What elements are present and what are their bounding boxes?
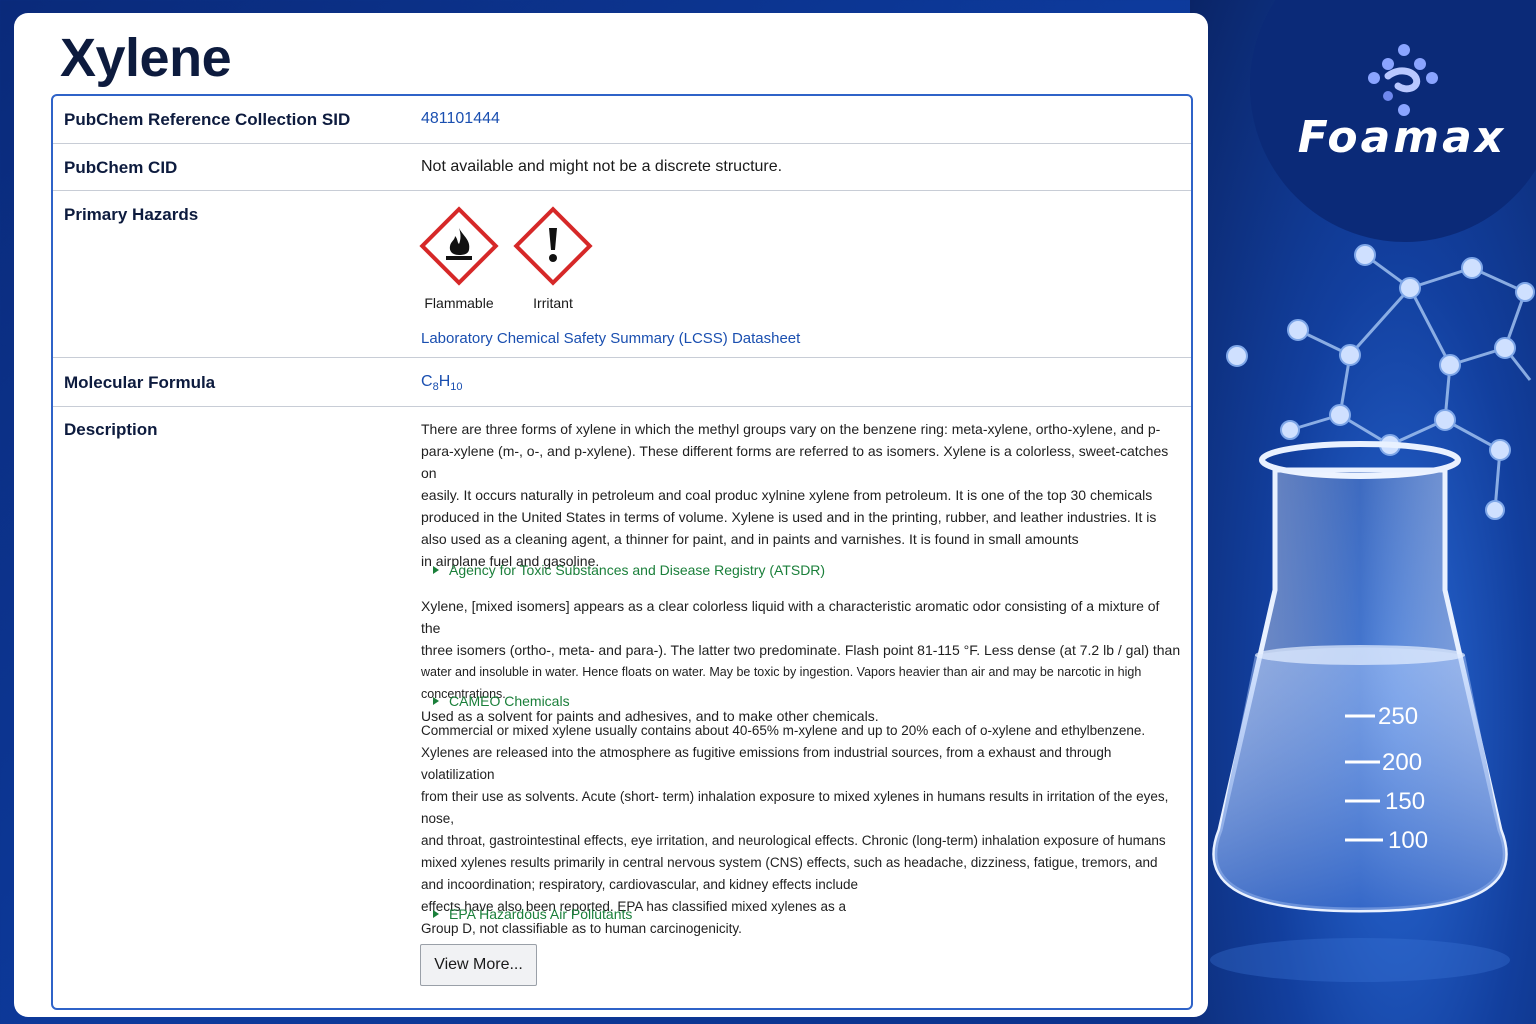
description-paragraph-atsdr: There are three forms of xylene in which…	[421, 421, 1169, 569]
erlenmeyer-flask-icon: 250 200 150 100	[1210, 441, 1510, 982]
formula-label: Molecular Formula	[64, 373, 216, 392]
view-more-button[interactable]: View More...	[420, 944, 537, 986]
expand-triangle-icon	[433, 697, 439, 705]
hazards-label: Primary Hazards	[64, 205, 199, 224]
hazards-row: Primary Hazards Flammable Irritant Labor…	[53, 191, 1191, 358]
lcss-datasheet-link[interactable]: Laboratory Chemical Safety Summary (LCSS…	[421, 330, 800, 347]
flammable-label: Flammable	[424, 295, 494, 311]
source-link-cameo[interactable]: CAMEO Chemicals	[433, 693, 570, 709]
page-title: Xylene	[60, 28, 232, 88]
sid-row: PubChem Reference Collection SID 4811014…	[53, 96, 1191, 144]
flask-mark-250: 250	[1378, 703, 1418, 730]
brand-name: Foamax	[1297, 112, 1507, 163]
sid-link[interactable]: 481101444	[421, 110, 500, 128]
flask-mark-150: 150	[1385, 788, 1425, 815]
formula-value[interactable]: C8H10	[421, 373, 463, 393]
cid-value: Not available and might not be a discret…	[421, 158, 783, 175]
cid-label: PubChem CID	[64, 158, 178, 177]
expand-triangle-icon	[433, 910, 439, 918]
description-label: Description	[64, 420, 158, 439]
compound-card: Xylene PubChem Reference Collection SID …	[14, 13, 1208, 1017]
flask-mark-200: 200	[1382, 749, 1422, 776]
sid-label: PubChem Reference Collection SID	[64, 110, 351, 129]
expand-triangle-icon	[433, 566, 439, 574]
irritant-label: Irritant	[533, 295, 573, 311]
formula-row: Molecular Formula C8H10	[53, 358, 1191, 407]
cid-row: PubChem CID Not available and might not …	[53, 144, 1191, 191]
exclamation-pictogram-icon[interactable]	[513, 206, 593, 286]
flame-pictogram-icon[interactable]	[419, 206, 499, 286]
source-link-atsdr[interactable]: Agency for Toxic Substances and Disease …	[433, 562, 825, 578]
description-row: Description There are three forms of xyl…	[53, 407, 1191, 1008]
flask-mark-100: 100	[1388, 827, 1428, 854]
source-link-epa[interactable]: EPA Hazardous Air Pollutants	[433, 906, 632, 922]
foamax-logo-icon	[1368, 44, 1438, 116]
compound-summary-table: PubChem Reference Collection SID 4811014…	[51, 94, 1193, 1010]
